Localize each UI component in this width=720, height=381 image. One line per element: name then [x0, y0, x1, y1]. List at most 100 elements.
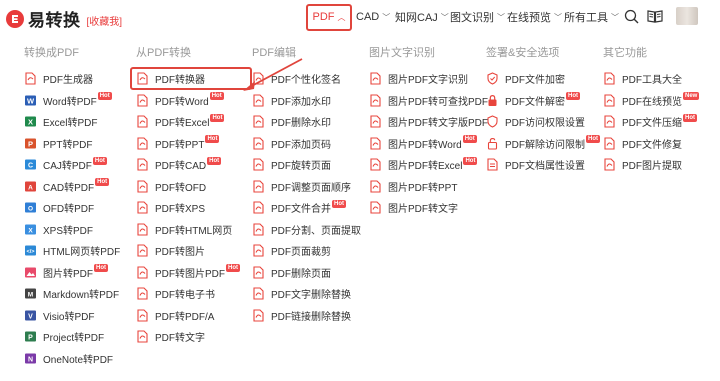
nav-online-preview[interactable]: 在线预览 ﹀ [503, 0, 562, 34]
menu-item-image-pdf-ocr[interactable]: 图片PDF文字识别 [369, 68, 488, 90]
item-label: PDF文件加密 [505, 75, 565, 87]
item-label: 图片PDF文字识别 [388, 75, 468, 87]
menu-item-image-pdf-to-word[interactable]: 图片PDF转Word Hot [369, 133, 488, 155]
pdf-icon [253, 223, 264, 236]
menu-item-image-pdf-text-pdf[interactable]: 图片PDF转文字版PDF [369, 111, 488, 133]
menu-item-pdf-crop[interactable]: PDF页面裁剪 [252, 240, 361, 262]
menu-item-image-pdf-searchable[interactable]: 图片PDF转可查找PDF [369, 90, 488, 112]
menu-item-pdf-online-preview[interactable]: PDF在线预览 New [603, 90, 700, 112]
item-label: 图片PDF转PPT [388, 182, 458, 194]
menu-item-pdf-tools[interactable]: PDF工具大全 [603, 68, 699, 90]
menu-item-xps-to-pdf[interactable]: X XPS转PDF [24, 219, 120, 241]
svg-text:N: N [28, 356, 33, 363]
item-label: PDF旋转页面 [271, 161, 331, 173]
hot-badge: Hot [95, 178, 110, 187]
item-label: PDF文件修复 [622, 139, 682, 151]
lock-icon [488, 94, 497, 106]
logo-icon [6, 9, 24, 28]
pdf-icon [137, 158, 148, 171]
menu-item-pdf-link-replace[interactable]: PDF链接删除替换 [252, 305, 361, 327]
menu-item-image-pdf-to-ppt[interactable]: 图片PDF转PPT [369, 176, 488, 198]
menu-item-markdown-to-pdf[interactable]: M Markdown转PDF [24, 283, 120, 305]
book-icon[interactable] [647, 9, 663, 29]
item-label: PDF转图片PDF [155, 268, 225, 280]
menu-item-pdf-to-word[interactable]: PDF转Word Hot [136, 90, 240, 112]
menu-item-ppt-to-pdf[interactable]: P PPT转PDF [24, 133, 120, 155]
item-label: PDF调整页面顺序 [271, 182, 351, 194]
pdf-icon [253, 287, 264, 300]
menu-item-pdf-to-html[interactable]: PDF转HTML网页 [136, 219, 240, 241]
menu-item-visio-to-pdf[interactable]: V Visio转PDF [24, 305, 120, 327]
nav-pdf[interactable]: PDF ︿ [306, 0, 352, 34]
item-label: PDF在线预览 [622, 96, 682, 108]
nav-cad[interactable]: CAD ﹀ [352, 0, 391, 34]
menu-item-pdf-to-ofd[interactable]: PDF转OFD [136, 176, 240, 198]
menu-item-pdf-encrypt[interactable]: PDF文件加密 [486, 68, 600, 90]
item-label: 图片PDF转Excel [388, 161, 463, 173]
menu-item-caj-to-pdf[interactable]: C CAJ转PDF Hot [24, 154, 120, 176]
menu-item-image-pdf-to-text[interactable]: 图片PDF转文字 [369, 197, 488, 219]
menu-item-pdf-text-replace[interactable]: PDF文字删除替换 [252, 283, 361, 305]
pdf-icon [253, 266, 264, 279]
new-badge: New [683, 92, 700, 101]
item-label: XPS转PDF [43, 225, 94, 237]
avatar[interactable] [676, 7, 698, 25]
menu-item-pdf-to-ppt[interactable]: PDF转PPT Hot [136, 133, 240, 155]
menu-item-pdf-decrypt[interactable]: PDF文件解密 Hot [486, 90, 600, 112]
menu-item-pdf-generator[interactable]: PDF生成器 [24, 68, 120, 90]
menu-item-pdf-add-page-numbers[interactable]: PDF添加页码 [252, 133, 361, 155]
menu-item-word-to-pdf[interactable]: W Word转PDF Hot [24, 90, 120, 112]
menu-item-pdf-to-xps[interactable]: PDF转XPS [136, 197, 240, 219]
menu-item-pdf-delete-pages[interactable]: PDF删除页面 [252, 262, 361, 284]
item-label: PDF转电子书 [155, 290, 215, 302]
menu-item-pdf-to-cad[interactable]: PDF转CAD Hot [136, 154, 240, 176]
menu-item-pdf-extract-images[interactable]: PDF图片提取 [603, 154, 699, 176]
column-to-pdf: 转换成PDF PDF生成器 W Word转PDF Hot X Excel转PDF PP… [24, 44, 120, 369]
menu-item-project-to-pdf[interactable]: P Project转PDF [24, 326, 120, 348]
item-label: Project转PDF [43, 333, 105, 345]
menu-item-pdf-remove-restrictions[interactable]: PDF解除访问限制 Hot [486, 133, 600, 155]
menu-item-pdf-to-image-pdf[interactable]: PDF转图片PDF Hot [136, 262, 240, 284]
menu-item-pdf-permissions[interactable]: PDF访问权限设置 [486, 111, 600, 133]
menu-item-pdf-rotate[interactable]: PDF旋转页面 [252, 154, 361, 176]
menu-item-image-pdf-to-excel[interactable]: 图片PDF转Excel Hot [369, 154, 488, 176]
menu-item-onenote-to-pdf[interactable]: N OneNote转PDF [24, 348, 120, 370]
item-label: PDF生成器 [43, 75, 93, 87]
menu-item-pdf-repair[interactable]: PDF文件修复 [603, 133, 699, 155]
menu-item-pdf-compress[interactable]: PDF文件压缩 Hot [603, 111, 699, 133]
menu-item-pdf-converter[interactable]: PDF转换器 [130, 67, 252, 90]
menu-item-ofd-to-pdf[interactable]: O OFD转PDF [24, 197, 120, 219]
nav-ocr[interactable]: 图文识别 ﹀ [446, 0, 505, 34]
xps-icon: X [25, 224, 36, 235]
menu-item-excel-to-pdf[interactable]: X Excel转PDF [24, 111, 120, 133]
menu-item-pdf-to-excel[interactable]: PDF转Excel Hot [136, 111, 240, 133]
hot-badge: Hot [97, 92, 112, 101]
menu-item-pdf-reorder[interactable]: PDF调整页面顺序 [252, 176, 361, 198]
favorite-link[interactable]: [收藏我] [87, 13, 123, 28]
menu-item-html-to-pdf[interactable]: </> HTML网页转PDF [24, 240, 120, 262]
pdf-icon [370, 201, 381, 214]
pdf-icon [253, 137, 264, 150]
item-label: Markdown转PDF [43, 290, 120, 302]
menu-item-pdf-to-pdfa[interactable]: PDF转PDF/A [136, 305, 240, 327]
menu-item-pdf-to-ebook[interactable]: PDF转电子书 [136, 283, 240, 305]
search-icon[interactable] [624, 9, 639, 29]
site-logo[interactable]: 易转换 [收藏我] [6, 6, 122, 31]
menu-item-pdf-to-image[interactable]: PDF转图片 [136, 240, 240, 262]
image-icon [25, 267, 36, 278]
item-label: Visio转PDF [43, 311, 95, 323]
menu-item-pdf-split[interactable]: PDF分割、页面提取 [252, 219, 361, 241]
menu-item-image-to-pdf[interactable]: 图片转PDF Hot [24, 262, 120, 284]
markdown-icon: M [25, 288, 36, 299]
onenote-icon: N [25, 353, 36, 364]
menu-item-cad-to-pdf[interactable]: A CAD转PDF Hot [24, 176, 120, 198]
svg-text:P: P [28, 139, 33, 148]
nav-all-tools[interactable]: 所有工具 ﹀ [560, 0, 619, 34]
menu-item-pdf-merge[interactable]: PDF文件合并 Hot [252, 197, 361, 219]
menu-item-pdf-to-text[interactable]: PDF转文字 [136, 326, 240, 348]
hot-badge: Hot [205, 135, 220, 144]
svg-text:X: X [28, 118, 33, 127]
nav-cnki-caj[interactable]: 知网CAJ ﹀ [391, 0, 449, 34]
menu-item-pdf-properties[interactable]: PDF文档属性设置 [486, 154, 600, 176]
item-label: HTML网页转PDF [43, 247, 121, 259]
